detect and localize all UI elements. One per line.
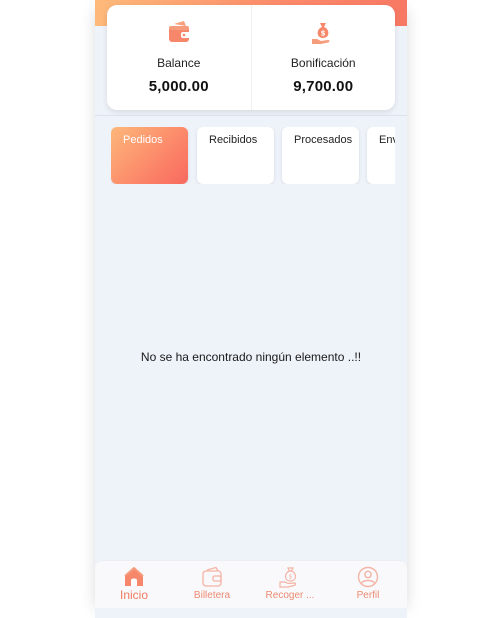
- money-bag-hand-icon: $: [309, 19, 337, 47]
- tab-enviados[interactable]: Enviados: [367, 127, 395, 184]
- balance-value: 5,000.00: [148, 78, 209, 95]
- section-divider: [95, 115, 407, 116]
- tab-pedidos[interactable]: Pedidos: [111, 127, 188, 184]
- balance-summary[interactable]: Balance 5,000.00: [107, 5, 251, 110]
- app-screen: Balance 5,000.00 $ Bonificación 9,700.00: [95, 0, 407, 618]
- bonus-value: 9,700.00: [293, 78, 354, 95]
- nav-item-billetera[interactable]: Billetera: [173, 561, 251, 608]
- summary-card: Balance 5,000.00 $ Bonificación 9,700.00: [107, 5, 395, 110]
- home-icon: [122, 566, 146, 588]
- bonus-summary[interactable]: $ Bonificación 9,700.00: [250, 5, 396, 110]
- nav-item-recoger[interactable]: $ Recoger ...: [251, 561, 329, 608]
- nav-label-inicio: Inicio: [119, 588, 148, 602]
- wallet-icon: [200, 566, 224, 588]
- svg-text:$: $: [289, 574, 293, 581]
- bonus-label: Bonificación: [290, 56, 356, 70]
- bottom-navigation: Inicio Billetera $ Recoger ... Perfil: [95, 560, 407, 608]
- nav-item-perfil[interactable]: Perfil: [329, 561, 407, 608]
- nav-label-perfil: Perfil: [356, 590, 380, 601]
- nav-label-billetera: Billetera: [193, 590, 231, 601]
- user-circle-icon: [356, 566, 380, 588]
- tab-procesados[interactable]: Procesados: [282, 127, 359, 184]
- nav-item-inicio[interactable]: Inicio: [95, 561, 173, 608]
- svg-text:$: $: [321, 30, 326, 38]
- tab-recibidos[interactable]: Recibidos: [197, 127, 274, 184]
- wallet-icon: [165, 19, 193, 47]
- money-bag-hand-icon: $: [278, 566, 302, 588]
- nav-label-recoger: Recoger ...: [265, 590, 315, 601]
- empty-state-message: No se ha encontrado ningún elemento ..!!: [140, 350, 362, 364]
- order-status-tabs[interactable]: Pedidos Recibidos Procesados Enviados: [111, 127, 395, 184]
- balance-label: Balance: [157, 56, 201, 70]
- stage: Balance 5,000.00 $ Bonificación 9,700.00: [0, 0, 502, 618]
